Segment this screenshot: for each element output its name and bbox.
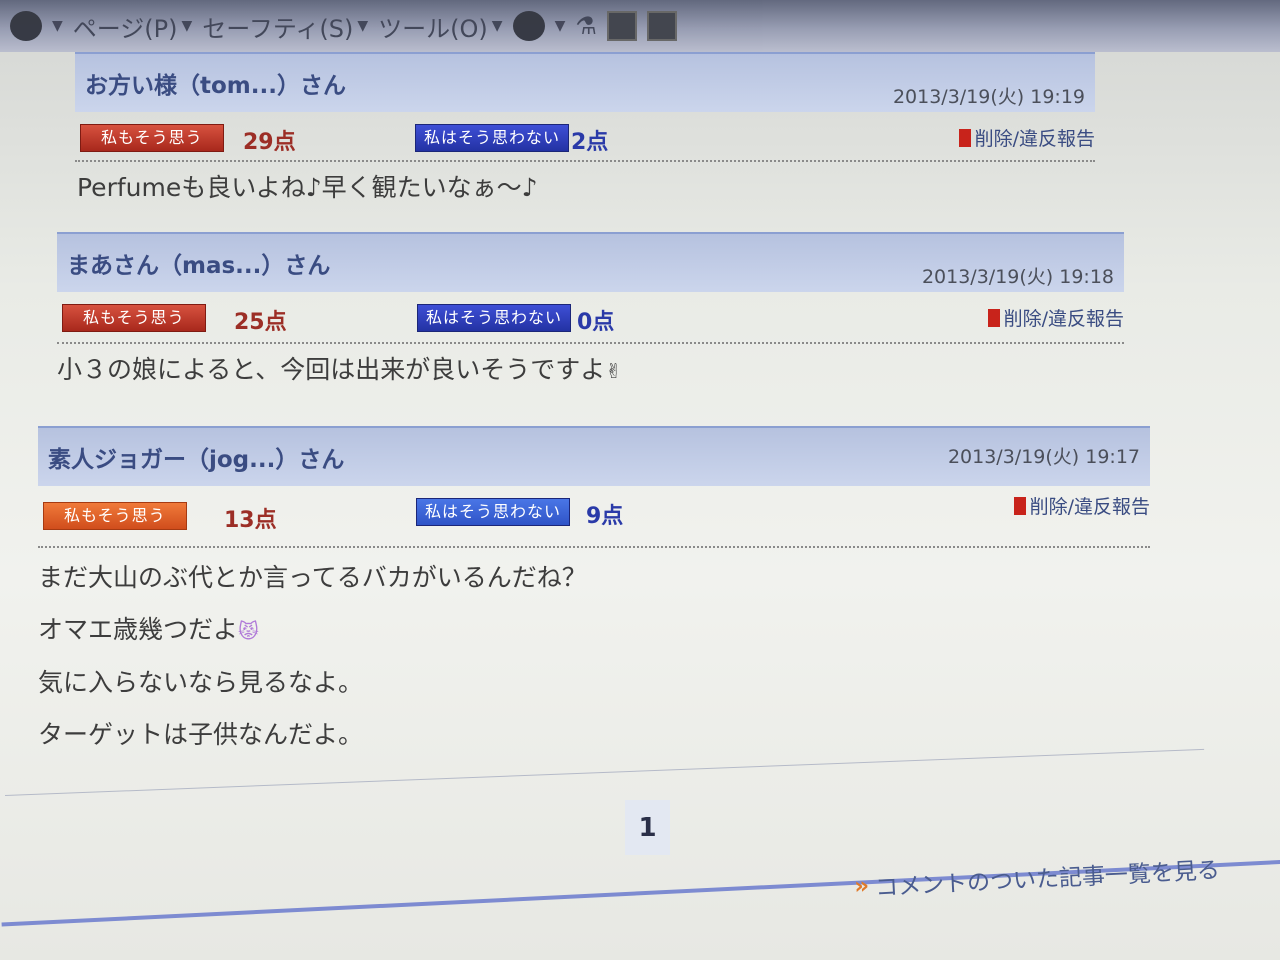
comment-text: オマエ歳幾つだよ😾 (38, 604, 1150, 657)
comment-line: 小３の娘によると、今回は出来が良いそうですよ (57, 355, 606, 384)
comments-area: お方い様（tom...）さん 2013/3/19(火) 19:19 私もそう思う… (0, 0, 1280, 960)
comment-item: まあさん（mas...）さん 2013/3/19(火) 19:18 私もそう思う… (57, 232, 1124, 397)
agree-score: 25点 (234, 310, 287, 335)
disagree-score: 9点 (586, 504, 624, 529)
disagree-button[interactable]: 私はそう思わない (416, 498, 571, 526)
report-label: 削除/違反報告 (1029, 496, 1150, 518)
comment-body: Perfumeも良いよね♪早く観たいなぁ～♪ (75, 162, 1095, 214)
comment-header: まあさん（mas...）さん 2013/3/19(火) 19:18 (57, 232, 1124, 292)
comment-author[interactable]: まあさん（mas...）さん (67, 246, 330, 280)
comment-votes: 私もそう思う 13点 私はそう思わない 9点 削除/違反報告 (38, 486, 1150, 548)
comment-text: ターゲットは子供なんだよ。 (38, 720, 364, 749)
comment-line: オマエ歳幾つだよ (38, 615, 239, 644)
comment-author[interactable]: お方い様（tom...）さん (85, 66, 346, 100)
disagree-button[interactable]: 私はそう思わない (415, 124, 570, 152)
comment-item: お方い様（tom...）さん 2013/3/19(火) 19:19 私もそう思う… (75, 52, 1095, 214)
report-link[interactable]: 削除/違反報告 (958, 124, 1095, 151)
agree-button[interactable]: 私もそう思う (62, 304, 206, 332)
agree-button[interactable]: 私もそう思う (43, 502, 187, 530)
report-label: 削除/違反報告 (974, 128, 1095, 150)
comment-item: 素人ジョガー（jog...）さん 2013/3/19(火) 19:17 私もそう… (38, 426, 1150, 761)
disagree-score: 0点 (577, 310, 615, 335)
victory-hand-icon: ✌ (605, 359, 623, 383)
comment-header: お方い様（tom...）さん 2013/3/19(火) 19:19 (75, 52, 1095, 112)
comment-header: 素人ジョガー（jog...）さん 2013/3/19(火) 19:17 (38, 426, 1150, 486)
comment-votes: 私もそう思う 29点 私はそう思わない 2点 削除/違反報告 (75, 112, 1095, 162)
chevron-right-icon: » (853, 872, 870, 900)
comment-body: 小３の娘によると、今回は出来が良いそうですよ✌ (57, 344, 1124, 397)
report-icon (987, 308, 1000, 327)
report-label: 削除/違反報告 (1003, 308, 1124, 330)
report-icon (1013, 496, 1026, 515)
disagree-button[interactable]: 私はそう思わない (417, 304, 572, 332)
comment-date: 2013/3/19(火) 19:19 (892, 86, 1085, 108)
agree-score: 29点 (243, 130, 296, 155)
comment-date: 2013/3/19(火) 19:17 (947, 446, 1140, 468)
comment-body: まだ大山のぶ代とか言ってるバカがいるんだね？ オマエ歳幾つだよ😾 気に入らないな… (38, 548, 1150, 761)
disagree-score: 2点 (571, 130, 609, 155)
comment-author[interactable]: 素人ジョガー（jog...）さん (48, 440, 344, 474)
pagination-current[interactable]: 1 (625, 800, 670, 855)
comment-text: まだ大山のぶ代とか言ってるバカがいるんだね？ (38, 563, 587, 592)
more-comments-link[interactable]: » コメントのついた記事一覧を見る (854, 850, 1221, 903)
more-comments-label: コメントのついた記事一覧を見る (874, 857, 1221, 902)
comment-date: 2013/3/19(火) 19:18 (921, 266, 1114, 288)
agree-score: 13点 (224, 508, 277, 533)
report-link[interactable]: 削除/違反報告 (1013, 492, 1150, 519)
agree-button[interactable]: 私もそう思う (80, 124, 224, 152)
comment-text: 小３の娘によると、今回は出来が良いそうですよ✌ (57, 344, 1124, 397)
angry-face-icon: 😾 (238, 619, 259, 643)
comment-votes: 私もそう思う 25点 私はそう思わない 0点 削除/違反報告 (57, 292, 1124, 344)
report-link[interactable]: 削除/違反報告 (987, 304, 1124, 331)
comment-text: 気に入らないなら見るなよ。 (38, 668, 364, 697)
report-icon (958, 128, 971, 147)
comment-text: Perfumeも良いよね♪早く観たいなぁ～♪ (77, 173, 538, 202)
